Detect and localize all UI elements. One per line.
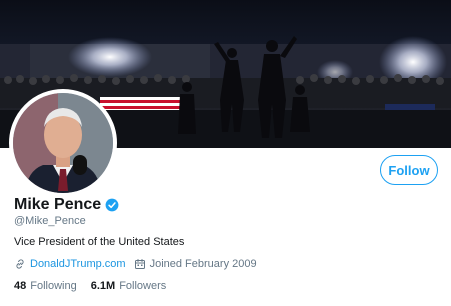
profile-joined-date: Joined February 2009 xyxy=(149,258,257,270)
profile-bio: Vice President of the United States xyxy=(14,236,185,248)
calendar-icon xyxy=(134,258,146,270)
profile-handle: @Mike_Pence xyxy=(14,215,86,227)
following-count: 48 xyxy=(14,280,27,292)
verified-badge-icon xyxy=(105,198,119,212)
profile-website-link[interactable]: DonaldJTrump.com xyxy=(30,258,126,270)
followers-label: Followers xyxy=(119,280,167,292)
link-icon xyxy=(14,258,26,270)
avatar-photo xyxy=(13,93,113,193)
profile-meta: DonaldJTrump.com Joined February 2009 xyxy=(14,258,257,270)
followers-count: 6.1M xyxy=(90,280,116,292)
following-label: Following xyxy=(30,280,77,292)
profile-stats: 48 Following 6.1M Followers xyxy=(14,280,180,292)
following-stat[interactable]: 48 Following xyxy=(14,280,77,292)
followers-stat[interactable]: 6.1M Followers xyxy=(91,280,167,292)
follow-button[interactable]: Follow xyxy=(380,155,438,185)
profile-name: Mike Pence xyxy=(14,196,102,213)
profile-name-row: Mike Pence xyxy=(14,196,119,214)
profile-avatar[interactable] xyxy=(9,89,117,197)
